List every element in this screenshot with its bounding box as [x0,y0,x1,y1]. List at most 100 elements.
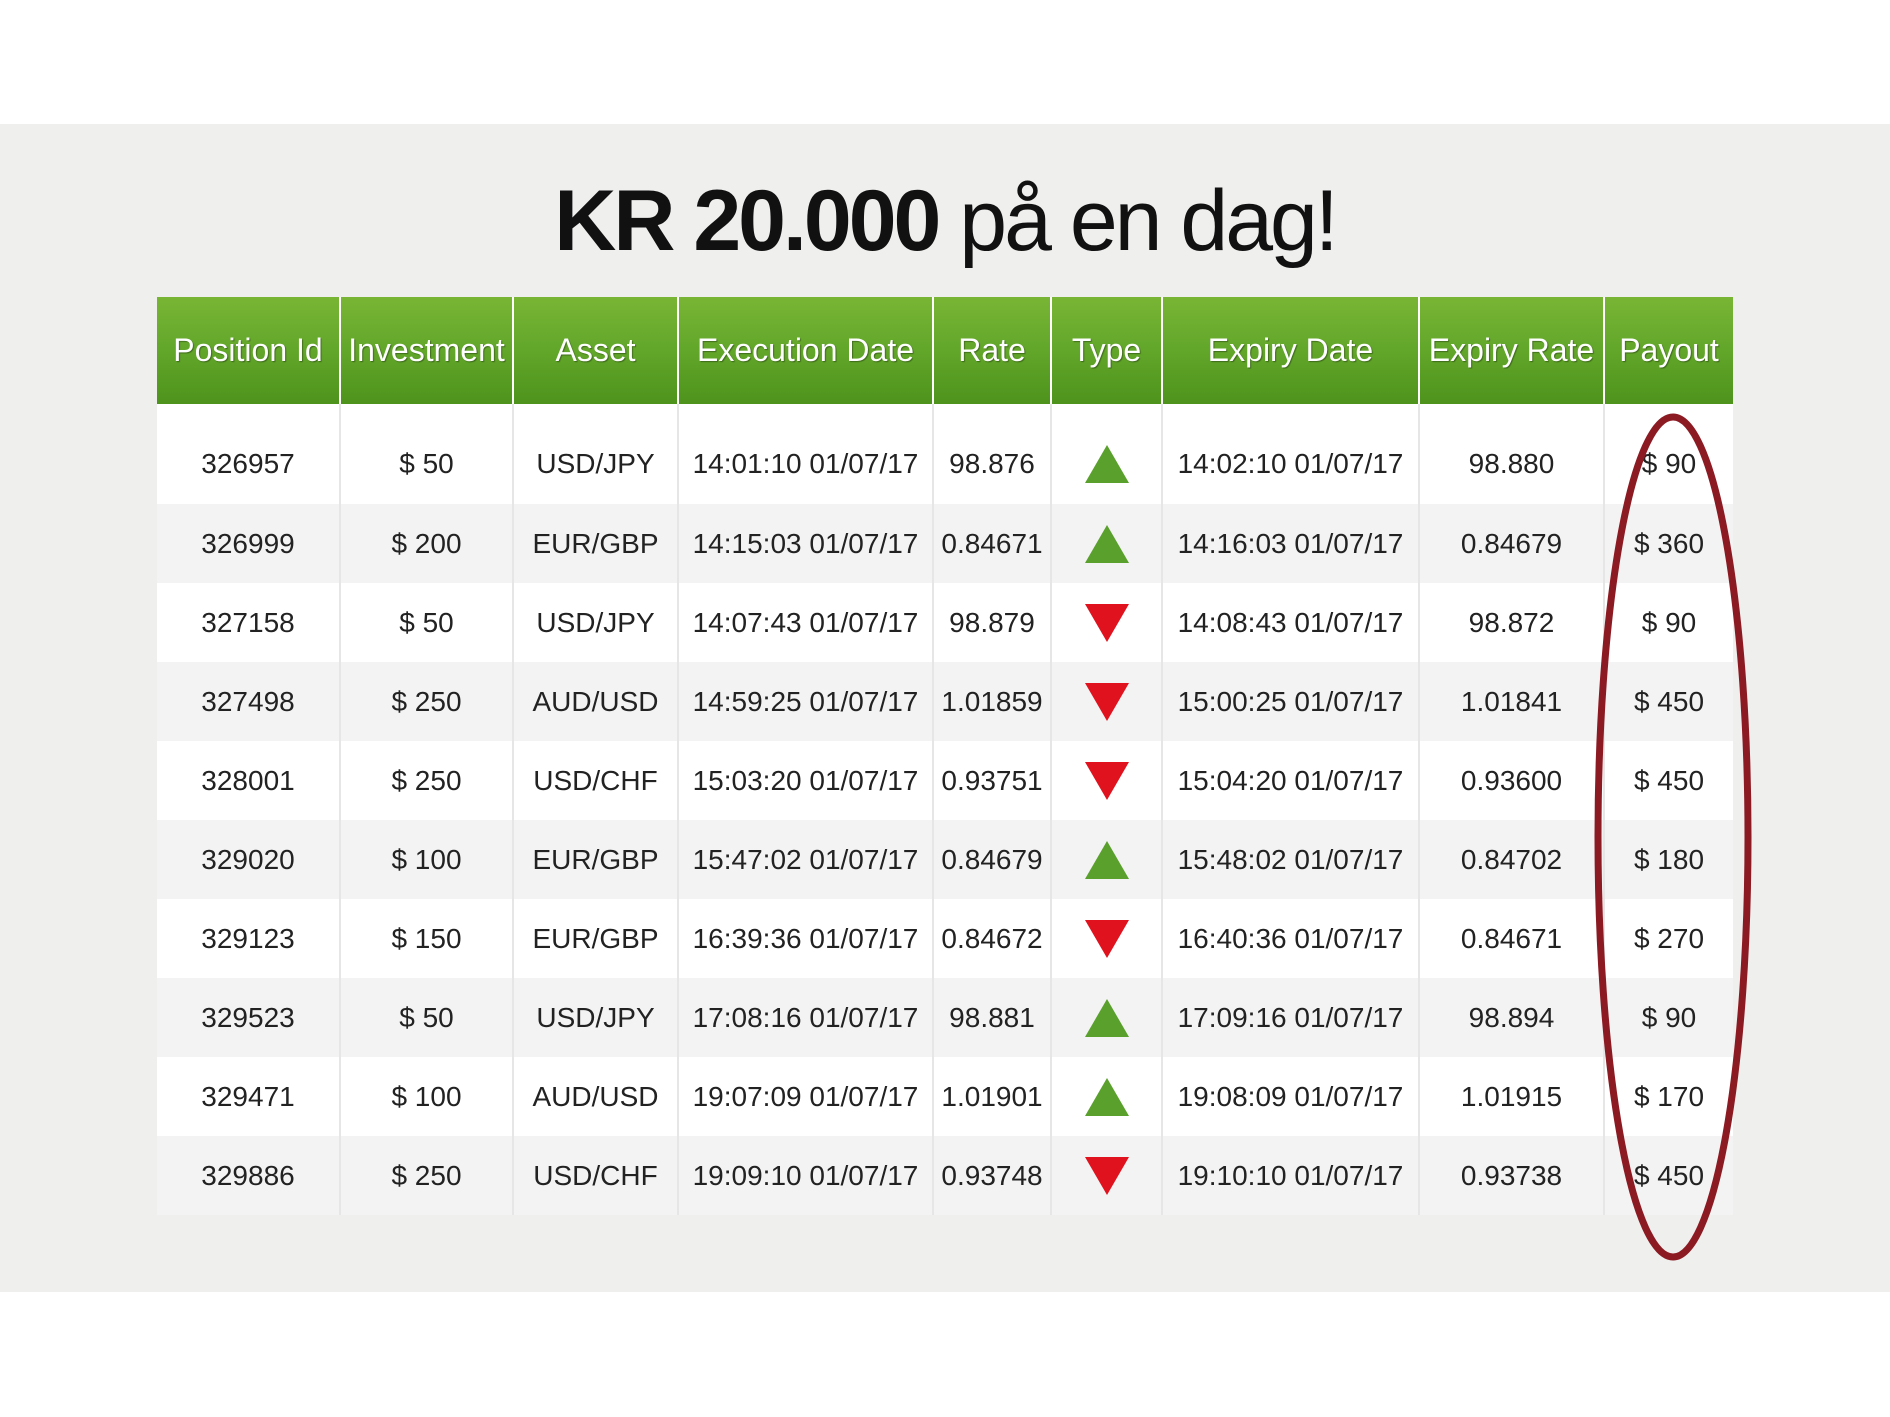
cell-rate: 0.93748 [933,1136,1052,1215]
cell-payout: $ 450 [1633,685,1705,717]
cell-position-id: 329886 [157,1136,341,1215]
cell-expiry-rate: 98.894 [1419,978,1605,1057]
cell-investment: $ 250 [340,1136,514,1215]
slide: KR 20.000 på en dag! Position Id Investm… [0,0,1890,1417]
cell-investment: $ 150 [340,899,514,978]
table-row[interactable]: 329123 $ 150 EUR/GBP 16:39:36 01/07/17 0.846… [157,899,1733,978]
cell-investment: $ 100 [340,820,514,899]
cell-expiry-rate: 0.84679 [1419,504,1605,583]
table-body: 326957 $ 50 USD/JPY 14:01:10 01/07/17 98.876… [157,404,1733,1215]
cell-investment: $ 100 [340,1057,514,1136]
cell-expiry-rate: 0.93738 [1419,1136,1605,1215]
cell-type [1051,504,1163,583]
cell-payout: $ 360 [1633,527,1705,559]
down-arrow-icon [1084,603,1129,642]
cell-execution-date: 17:08:16 01/07/17 [678,978,934,1057]
cell-investment: $ 50 [340,583,514,662]
cell-asset: EUR/GBP [513,820,679,899]
table-row[interactable]: 328001 $ 250 USD/CHF 15:03:20 01/07/17 0.937… [157,741,1733,820]
cell-payout: $ 90 [1641,448,1697,479]
cell-asset: USD/JPY [513,404,679,504]
table-row[interactable]: 327498 $ 250 AUD/USD 14:59:25 01/07/17 1.018… [157,662,1733,741]
column-header-position-id[interactable]: Position Id [157,297,341,404]
cell-type [1051,899,1163,978]
column-header-investment[interactable]: Investment [340,297,514,404]
cell-expiry-rate: 98.872 [1419,583,1605,662]
cell-execution-date: 19:09:10 01/07/17 [678,1136,934,1215]
cell-rate: 0.84671 [933,504,1052,583]
cell-rate: 98.881 [933,978,1052,1057]
table-row[interactable]: 326957 $ 50 USD/JPY 14:01:10 01/07/17 98.876… [157,404,1733,504]
headline-amount: KR 20.000 [554,173,941,269]
cell-rate: 0.84679 [933,820,1052,899]
down-arrow-icon [1084,1156,1129,1195]
cell-rate: 98.876 [933,404,1052,504]
table-row[interactable]: 329020 $ 100 EUR/GBP 15:47:02 01/07/17 0.846… [157,820,1733,899]
cell-type [1051,741,1163,820]
cell-position-id: 326999 [157,504,341,583]
cell-position-id: 329471 [157,1057,341,1136]
cell-expiry-date: 14:02:10 01/07/17 [1162,404,1420,504]
cell-payout: $ 270 [1633,922,1705,954]
table-row[interactable]: 326999 $ 200 EUR/GBP 14:15:03 01/07/17 0.846… [157,504,1733,583]
cell-expiry-date: 15:48:02 01/07/17 [1162,820,1420,899]
headline: KR 20.000 på en dag! [0,166,1890,276]
cell-payout: $ 90 [1641,1001,1697,1033]
cell-execution-date: 15:03:20 01/07/17 [678,741,934,820]
cell-payout: $ 170 [1633,1080,1705,1112]
cell-expiry-date: 19:10:10 01/07/17 [1162,1136,1420,1215]
cell-expiry-date: 15:04:20 01/07/17 [1162,741,1420,820]
cell-execution-date: 14:59:25 01/07/17 [678,662,934,741]
cell-position-id: 329123 [157,899,341,978]
up-arrow-icon [1084,524,1129,563]
cell-rate: 0.84672 [933,899,1052,978]
cell-rate: 1.01901 [933,1057,1052,1136]
cell-investment: $ 250 [340,662,514,741]
cell-investment: $ 50 [340,978,514,1057]
cell-expiry-date: 15:00:25 01/07/17 [1162,662,1420,741]
cell-position-id: 327498 [157,662,341,741]
cell-execution-date: 14:07:43 01/07/17 [678,583,934,662]
headline-text: på en dag! [959,173,1338,269]
cell-payout: $ 450 [1633,764,1705,796]
cell-execution-date: 19:07:09 01/07/17 [678,1057,934,1136]
table-row[interactable]: 329471 $ 100 AUD/USD 19:07:09 01/07/17 1.019… [157,1057,1733,1136]
up-arrow-icon [1084,998,1129,1037]
up-arrow-icon [1084,445,1129,483]
down-arrow-icon [1084,682,1129,721]
column-header-rate[interactable]: Rate [933,297,1052,404]
table-row[interactable]: 329523 $ 50 USD/JPY 17:08:16 01/07/17 98.881… [157,978,1733,1057]
cell-asset: AUD/USD [513,1057,679,1136]
cell-rate: 98.879 [933,583,1052,662]
cell-position-id: 329020 [157,820,341,899]
column-header-expiry-rate[interactable]: Expiry Rate [1419,297,1605,404]
cell-asset: AUD/USD [513,662,679,741]
cell-asset: USD/CHF [513,1136,679,1215]
table-row[interactable]: 327158 $ 50 USD/JPY 14:07:43 01/07/17 98.879… [157,583,1733,662]
cell-investment: $ 50 [340,404,514,504]
cell-expiry-date: 14:16:03 01/07/17 [1162,504,1420,583]
cell-execution-date: 14:15:03 01/07/17 [678,504,934,583]
cell-expiry-date: 17:09:16 01/07/17 [1162,978,1420,1057]
column-header-payout[interactable]: Payout [1604,297,1733,404]
column-header-expiry-date[interactable]: Expiry Date [1162,297,1420,404]
table-row[interactable]: 329886 $ 250 USD/CHF 19:09:10 01/07/17 0.937… [157,1136,1733,1215]
up-arrow-icon [1084,1077,1129,1116]
cell-position-id: 329523 [157,978,341,1057]
cell-asset: EUR/GBP [513,504,679,583]
cell-expiry-date: 19:08:09 01/07/17 [1162,1057,1420,1136]
cell-position-id: 327158 [157,583,341,662]
cell-payout: $ 90 [1641,606,1697,638]
cell-expiry-rate: 0.84702 [1419,820,1605,899]
cell-expiry-rate: 98.880 [1419,404,1605,504]
column-header-asset[interactable]: Asset [513,297,679,404]
cell-rate: 1.01859 [933,662,1052,741]
cell-execution-date: 15:47:02 01/07/17 [678,820,934,899]
cell-position-id: 328001 [157,741,341,820]
column-header-execution-date[interactable]: Execution Date [678,297,934,404]
cell-type [1051,1057,1163,1136]
cell-expiry-date: 14:08:43 01/07/17 [1162,583,1420,662]
cell-rate: 0.93751 [933,741,1052,820]
cell-execution-date: 16:39:36 01/07/17 [678,899,934,978]
column-header-type[interactable]: Type [1051,297,1163,404]
